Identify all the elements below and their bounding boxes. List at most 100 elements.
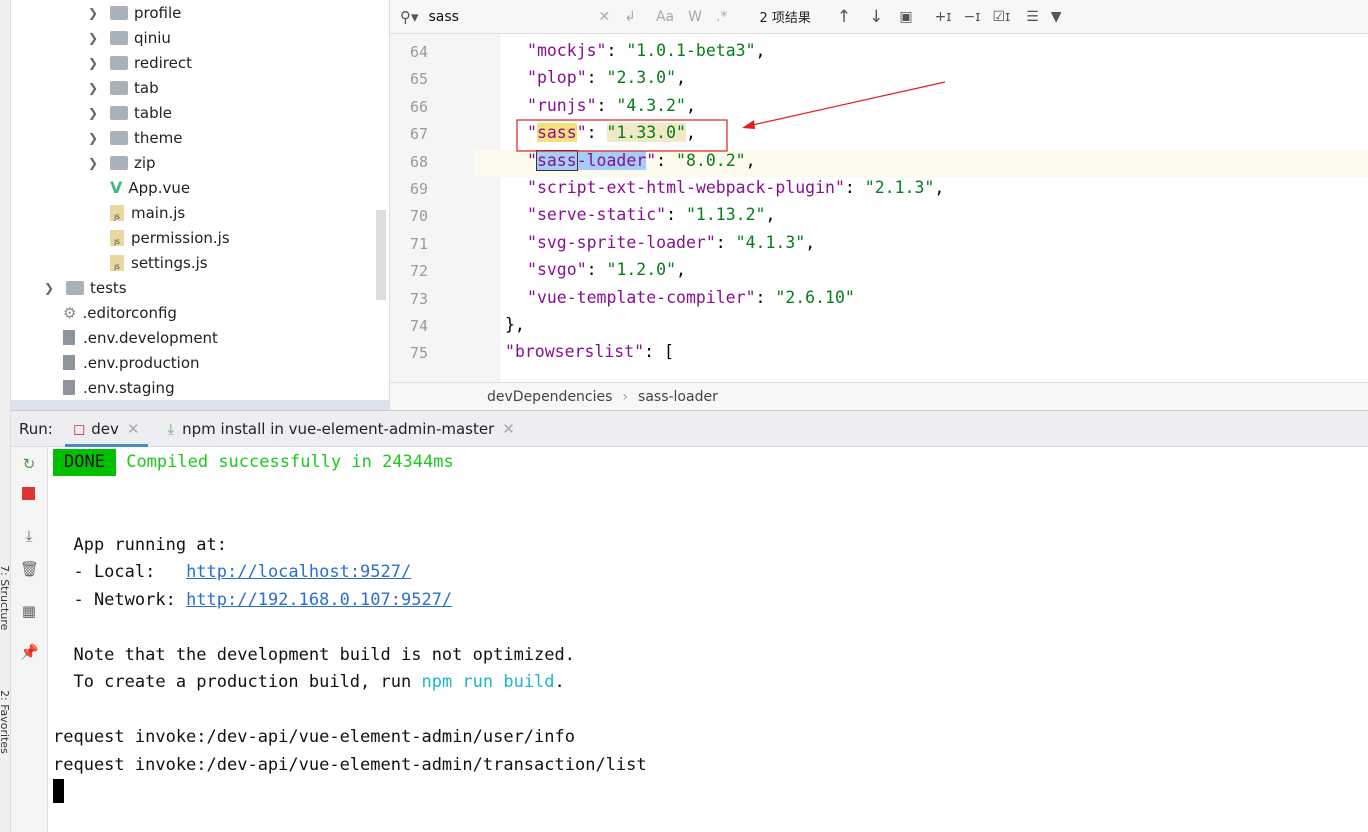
close-icon[interactable]: ✕ bbox=[502, 420, 515, 438]
arrow-line bbox=[747, 81, 946, 127]
scrollbar[interactable] bbox=[376, 210, 386, 300]
breadcrumb-item[interactable]: devDependencies bbox=[487, 389, 612, 405]
folder-icon bbox=[110, 155, 128, 170]
js-file-icon: JS bbox=[110, 254, 124, 271]
gear-icon: ⚙ bbox=[63, 303, 77, 322]
tab-dev[interactable]: ◻ dev ✕ bbox=[64, 410, 148, 447]
tree-item[interactable]: ⚙ .editorconfig bbox=[63, 300, 177, 325]
tree-item[interactable]: ❯ tab bbox=[88, 75, 159, 100]
cursor bbox=[53, 779, 64, 803]
favorites-tab[interactable]: 2: Favorites bbox=[0, 690, 11, 754]
done-badge: DONE bbox=[53, 449, 116, 476]
file-icon bbox=[63, 380, 75, 395]
tree-item[interactable]: JS permission.js bbox=[88, 225, 230, 250]
pin-icon[interactable]: 📌 bbox=[20, 643, 39, 661]
tree-item[interactable]: .env.staging bbox=[63, 375, 175, 400]
chevron-right-icon[interactable]: ❯ bbox=[88, 6, 100, 20]
tree-item-label: profile bbox=[134, 3, 182, 22]
console-output: DONE Compiled successfully in 24344ms Ap… bbox=[53, 447, 647, 803]
folder-icon bbox=[110, 130, 128, 145]
scroll-to-end-icon[interactable]: ⤓ bbox=[20, 527, 38, 545]
chevron-right-icon[interactable]: ❯ bbox=[44, 281, 56, 295]
tree-item[interactable]: ❯ qiniu bbox=[88, 25, 171, 50]
download-icon: ⤓ bbox=[167, 419, 175, 438]
local-label: - Local: bbox=[53, 562, 187, 582]
folder-icon bbox=[66, 280, 84, 295]
tree-item-label: App.vue bbox=[128, 178, 191, 197]
project-tree: ❯ profile ❯ qiniu ❯ redirect ❯ tab ❯ table ❯ theme ❯… bbox=[11, 0, 390, 410]
run-toolbar: Run: ◻ dev ✕ ⤓ npm install in vue-element… bbox=[11, 410, 1368, 447]
arrow-head bbox=[742, 120, 755, 129]
run-label: Run: bbox=[19, 419, 53, 438]
tree-item-label: theme bbox=[134, 128, 183, 147]
annotation bbox=[516, 81, 946, 152]
chevron-right-icon[interactable]: ❯ bbox=[88, 131, 100, 145]
breadcrumb: devDependencies › sass-loader bbox=[390, 382, 1368, 410]
folder-icon bbox=[110, 80, 128, 95]
editor: ⚲▾ sass ✕ ↲ Aa W .* 2 项结果 ↑ ↓ ▣ +ɪ −ɪ ☑ɪ… bbox=[390, 0, 1368, 410]
tree-item[interactable]: JS settings.js bbox=[88, 250, 208, 275]
tab-npm-install[interactable]: ⤓ npm install in vue-element-admin-maste… bbox=[160, 410, 523, 447]
tree-item-label: main.js bbox=[131, 203, 186, 222]
tree-item[interactable]: ❯ profile bbox=[88, 0, 181, 25]
folder-icon bbox=[110, 55, 128, 70]
tree-item[interactable]: ❯ zip bbox=[88, 150, 156, 175]
chevron-right-icon[interactable]: ❯ bbox=[88, 156, 100, 170]
layout-icon[interactable]: ▦ bbox=[20, 602, 38, 620]
file-icon bbox=[63, 330, 75, 345]
structure-tab[interactable]: 7: Structure bbox=[0, 565, 11, 630]
chevron-right-icon[interactable]: ❯ bbox=[88, 31, 100, 45]
tree-item-label: permission.js bbox=[131, 228, 230, 247]
chevron-right-icon[interactable]: ❯ bbox=[88, 56, 100, 70]
tree-item[interactable]: .env.production bbox=[63, 350, 200, 375]
js-file-icon: JS bbox=[110, 229, 124, 246]
breadcrumb-item[interactable]: sass-loader bbox=[638, 389, 718, 405]
tree-item[interactable]: .env.development bbox=[63, 325, 218, 350]
tree-item[interactable]: ❯ theme bbox=[88, 125, 182, 150]
tree-item-label: settings.js bbox=[131, 253, 208, 272]
tree-item[interactable]: ❯ table bbox=[88, 100, 172, 125]
rerun-icon[interactable]: ↻ bbox=[20, 455, 38, 473]
local-url-link[interactable]: http://localhost:9527/ bbox=[186, 562, 411, 582]
tree-item-label: .env.production bbox=[83, 353, 200, 372]
folder-icon bbox=[110, 5, 128, 20]
highlight-box bbox=[516, 119, 728, 152]
network-url-link[interactable]: http://192.168.0.107:9527/ bbox=[186, 590, 452, 610]
folder-icon bbox=[110, 30, 128, 45]
tree-item-label: tab bbox=[134, 78, 159, 97]
tab-label: npm install in vue-element-admin-master bbox=[182, 419, 495, 438]
request-line: request invoke:/dev-api/vue-element-admi… bbox=[53, 755, 647, 775]
tree-item[interactable]: V App.vue bbox=[88, 175, 190, 200]
tool-window-strip: 7: Structure 2: Favorites bbox=[0, 0, 11, 832]
vue-file-icon: V bbox=[110, 178, 123, 197]
tab-label: dev bbox=[91, 419, 119, 438]
chevron-right-icon[interactable]: ❯ bbox=[88, 106, 100, 120]
prod-command: npm run build bbox=[421, 672, 555, 692]
trash-icon[interactable]: 🗑 bbox=[20, 560, 39, 578]
run-config-icon: ◻ bbox=[72, 419, 86, 438]
prod-text: To create a production build, run bbox=[53, 672, 422, 692]
tree-item-label: .env.development bbox=[83, 328, 218, 347]
tree-item[interactable]: ❯ tests bbox=[44, 275, 127, 300]
compiled-message: Compiled successfully in 24344ms bbox=[126, 452, 454, 472]
tree-item-label: qiniu bbox=[134, 28, 171, 47]
request-line: request invoke:/dev-api/vue-element-admi… bbox=[53, 727, 575, 747]
file-icon bbox=[63, 355, 75, 370]
tree-item-label: zip bbox=[134, 153, 156, 172]
app-running: App running at: bbox=[53, 535, 227, 555]
note-line: Note that the development build is not o… bbox=[53, 645, 575, 665]
prod-period: . bbox=[554, 672, 565, 692]
tree-item-label: table bbox=[134, 103, 172, 122]
close-icon[interactable]: ✕ bbox=[127, 420, 140, 438]
tree-item[interactable]: JS main.js bbox=[88, 200, 185, 225]
tree-item[interactable]: ❯ redirect bbox=[88, 50, 192, 75]
tree-item-label: tests bbox=[90, 278, 127, 297]
tree-item-label: redirect bbox=[134, 53, 192, 72]
stop-icon[interactable] bbox=[22, 487, 35, 500]
folder-icon bbox=[110, 105, 128, 120]
run-side-toolbar: ↻ ⤓ 🗑 ▦ 📌 bbox=[11, 447, 48, 832]
network-label: - Network: bbox=[53, 590, 187, 610]
chevron-right-icon[interactable]: ❯ bbox=[88, 81, 100, 95]
js-file-icon: JS bbox=[110, 204, 124, 221]
tree-item-label: .env.staging bbox=[83, 378, 175, 397]
